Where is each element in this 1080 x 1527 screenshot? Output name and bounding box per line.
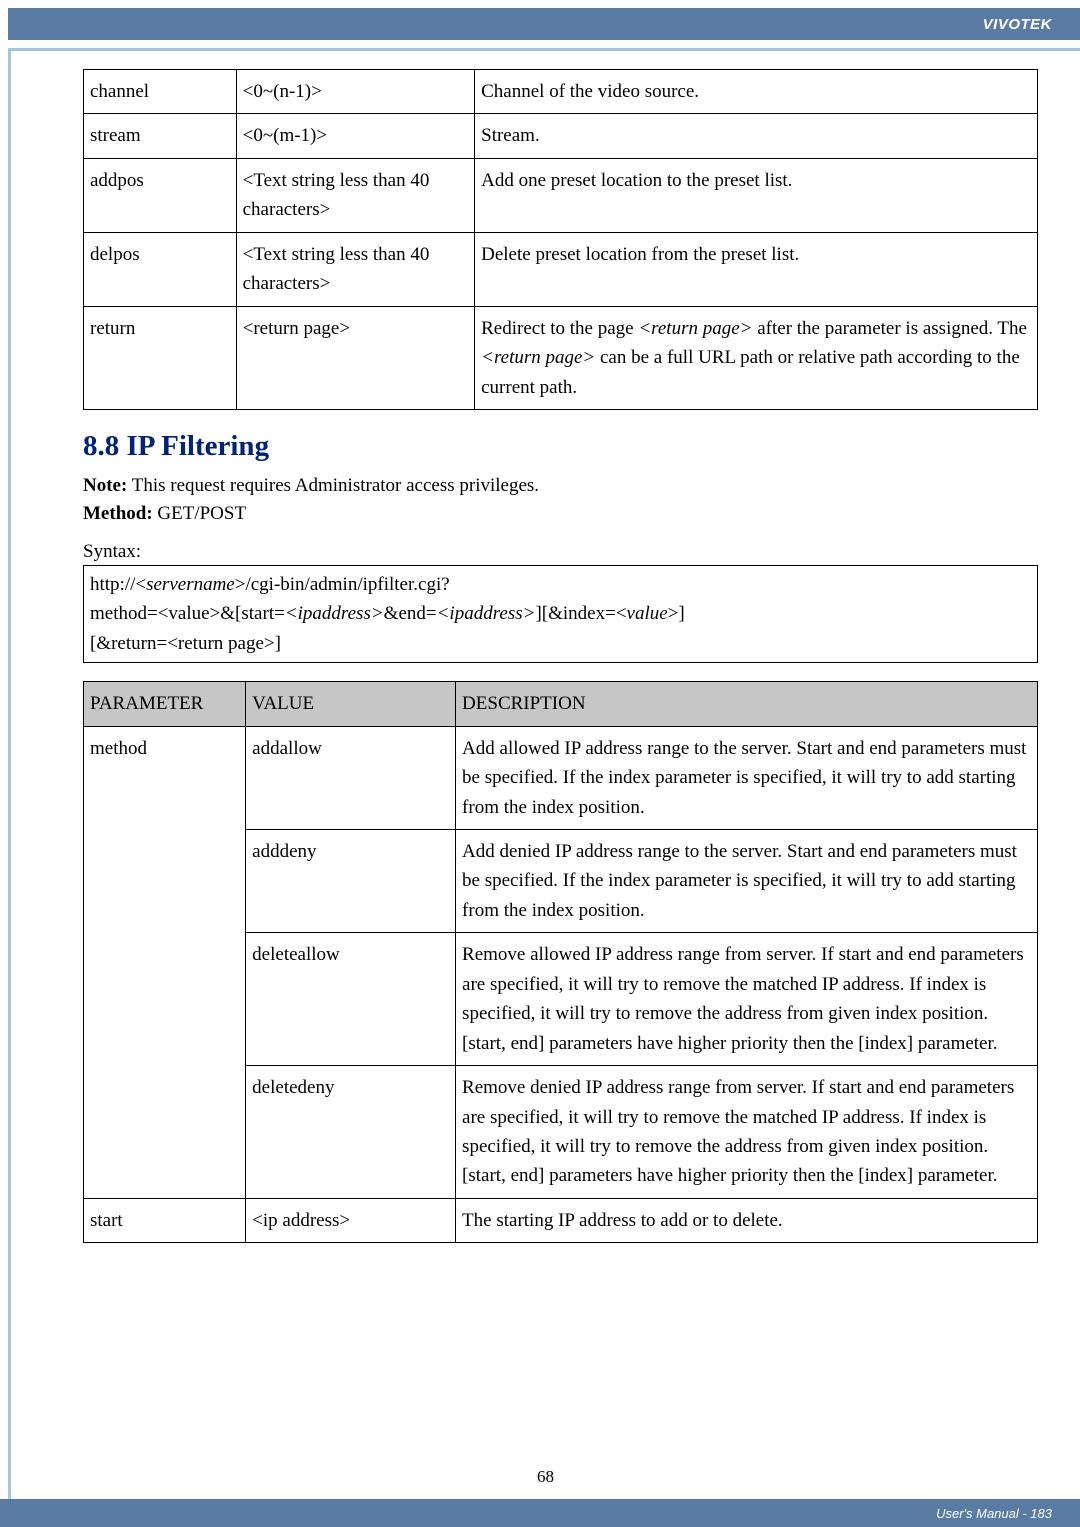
cell-param: return [84, 306, 237, 409]
table-row: return <return page> Redirect to the pag… [84, 306, 1038, 409]
cell-desc: Remove allowed IP address range from ser… [456, 933, 1038, 1066]
cell-param: delpos [84, 232, 237, 306]
cell-value: <0~(m-1)> [236, 114, 475, 158]
table-header-row: PARAMETER VALUE DESCRIPTION [84, 682, 1038, 726]
table-row: delpos <Text string less than 40 charact… [84, 232, 1038, 306]
cell-param: start [84, 1198, 246, 1242]
cell-desc: Remove denied IP address range from serv… [456, 1066, 1038, 1199]
cell-desc: Stream. [475, 114, 1038, 158]
cell-desc: Redirect to the page <return page> after… [475, 306, 1038, 409]
note-label: Note: [83, 475, 127, 496]
method-label: Method: [83, 503, 153, 524]
syntax-box: http://<servername>/cgi-bin/admin/ipfilt… [83, 565, 1038, 663]
table-row: stream <0~(m-1)> Stream. [84, 114, 1038, 158]
syntax-text: >] [668, 603, 685, 624]
cell-value: <return page> [236, 306, 475, 409]
page-number-center: 68 [11, 1467, 1080, 1487]
footer-right-text: User's Manual - 183 [936, 1506, 1052, 1521]
table-row: addpos <Text string less than 40 charact… [84, 158, 1038, 232]
syntax-line: method=<value>&[start=<ipaddress>&end=<i… [90, 599, 1031, 628]
col-header: PARAMETER [84, 682, 246, 726]
method-text: GET/POST [153, 503, 246, 524]
cell-value: <ip address> [246, 1198, 456, 1242]
cell-param: addpos [84, 158, 237, 232]
header-band: VIVOTEK [8, 8, 1080, 40]
cell-value: <Text string less than 40 characters> [236, 232, 475, 306]
syntax-italic: servername [146, 574, 235, 595]
syntax-line: [&return=<return page>] [90, 629, 1031, 658]
page-content: channel <0~(n-1)> Channel of the video s… [8, 48, 1080, 1519]
syntax-italic: <ipaddress> [285, 603, 384, 624]
cell-value: adddeny [246, 830, 456, 933]
syntax-text: method=<value>&[start= [90, 603, 285, 624]
syntax-text: ][&index=< [535, 603, 626, 624]
note-line: Note: This request requires Administrato… [83, 475, 1038, 497]
desc-text: Redirect to the page [481, 318, 638, 339]
cell-desc: The starting IP address to add or to del… [456, 1198, 1038, 1242]
table-row: channel <0~(n-1)> Channel of the video s… [84, 70, 1038, 114]
col-header: DESCRIPTION [456, 682, 1038, 726]
table-row: method addallow Add allowed IP address r… [84, 726, 1038, 829]
cell-value: deletedeny [246, 1066, 456, 1199]
parameter-table-1: channel <0~(n-1)> Channel of the video s… [83, 69, 1038, 410]
note-text: This request requires Administrator acce… [127, 475, 539, 496]
syntax-italic: value [627, 603, 668, 624]
col-header: VALUE [246, 682, 456, 726]
syntax-text: &end= [384, 603, 437, 624]
cell-param: stream [84, 114, 237, 158]
cell-value: <0~(n-1)> [236, 70, 475, 114]
cell-value: deleteallow [246, 933, 456, 1066]
syntax-italic: <ipaddress> [437, 603, 536, 624]
cell-param: channel [84, 70, 237, 114]
footer-band: User's Manual - 183 [0, 1499, 1080, 1527]
section-heading: 8.8 IP Filtering [83, 430, 1038, 463]
desc-text: after the parameter is assigned. The [752, 318, 1027, 339]
syntax-text: http://< [90, 574, 146, 595]
brand-text: VIVOTEK [983, 16, 1052, 33]
cell-desc: Add denied IP address range to the serve… [456, 830, 1038, 933]
cell-desc: Channel of the video source. [475, 70, 1038, 114]
syntax-text: >/cgi-bin/admin/ipfilter.cgi? [235, 574, 450, 595]
desc-italic: <return page> [481, 347, 595, 368]
parameter-table-2: PARAMETER VALUE DESCRIPTION method addal… [83, 681, 1038, 1243]
cell-value: addallow [246, 726, 456, 829]
cell-desc: Add allowed IP address range to the serv… [456, 726, 1038, 829]
cell-value: <Text string less than 40 characters> [236, 158, 475, 232]
desc-italic: <return page> [638, 318, 752, 339]
method-line: Method: GET/POST [83, 503, 1038, 525]
cell-desc: Add one preset location to the preset li… [475, 158, 1038, 232]
table-row: start <ip address> The starting IP addre… [84, 1198, 1038, 1242]
cell-desc: Delete preset location from the preset l… [475, 232, 1038, 306]
syntax-line: http://<servername>/cgi-bin/admin/ipfilt… [90, 570, 1031, 599]
cell-param: method [84, 726, 246, 1198]
syntax-label: Syntax: [83, 541, 1038, 563]
